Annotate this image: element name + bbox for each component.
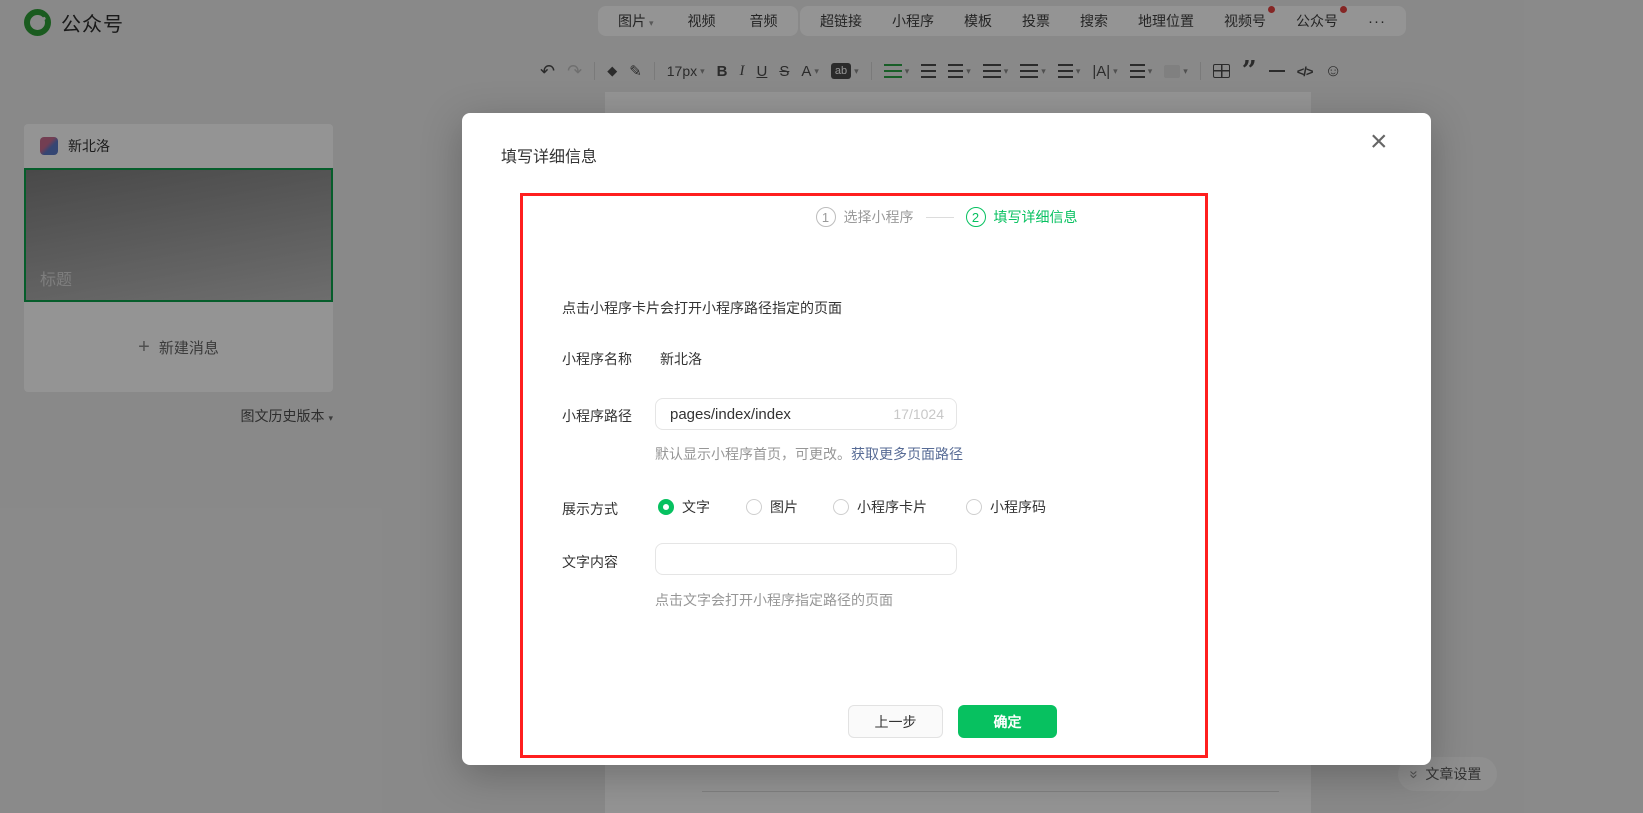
step-connector	[926, 217, 954, 218]
confirm-button[interactable]: 确定	[958, 705, 1057, 738]
miniprogram-path-field: 17/1024	[655, 398, 957, 430]
radio-miniprogram-code[interactable]: 小程序码	[966, 497, 1046, 517]
char-counter: 17/1024	[893, 406, 956, 422]
previous-step-button[interactable]: 上一步	[848, 705, 943, 738]
radio-miniprogram-card[interactable]: 小程序卡片	[833, 497, 927, 517]
miniprogram-name-value: 新北洛	[660, 349, 702, 369]
text-hint: 点击文字会打开小程序指定路径的页面	[655, 590, 893, 610]
radio-unselected-icon	[833, 499, 849, 515]
text-content-field	[655, 543, 957, 575]
miniprogram-path-input[interactable]	[656, 406, 893, 423]
step-select-miniprogram: 1 选择小程序	[816, 207, 914, 227]
step-fill-details: 2 填写详细信息	[966, 207, 1078, 227]
step-1-circle: 1	[816, 207, 836, 227]
text-content-input[interactable]	[656, 551, 956, 568]
page: 公众号 图片▾ 视频 音频 超链接 小程序 模板 投票 搜索 地理位置 视频号 …	[0, 0, 1643, 813]
radio-selected-icon	[658, 499, 674, 515]
text-content-label: 文字内容	[562, 552, 618, 572]
radio-unselected-icon	[746, 499, 762, 515]
miniprogram-path-label: 小程序路径	[562, 406, 632, 426]
step-2-circle: 2	[966, 207, 986, 227]
more-paths-link[interactable]: 获取更多页面路径	[851, 446, 963, 462]
miniprogram-name-label: 小程序名称	[562, 349, 632, 369]
modal-description: 点击小程序卡片会打开小程序路径指定的页面	[562, 298, 842, 318]
path-hint: 默认显示小程序首页，可更改。获取更多页面路径	[655, 444, 963, 464]
radio-unselected-icon	[966, 499, 982, 515]
step-indicator: 1 选择小程序 2 填写详细信息	[462, 207, 1431, 227]
miniprogram-detail-modal: 填写详细信息 × 1 选择小程序 2 填写详细信息 点击小程序卡片会打开小程序路…	[462, 113, 1431, 765]
close-icon[interactable]: ×	[1370, 127, 1388, 157]
radio-text[interactable]: 文字	[658, 497, 710, 517]
annotation-rectangle	[520, 193, 1208, 758]
display-mode-label: 展示方式	[562, 499, 618, 519]
modal-title: 填写详细信息	[501, 143, 597, 167]
radio-image[interactable]: 图片	[746, 497, 798, 517]
